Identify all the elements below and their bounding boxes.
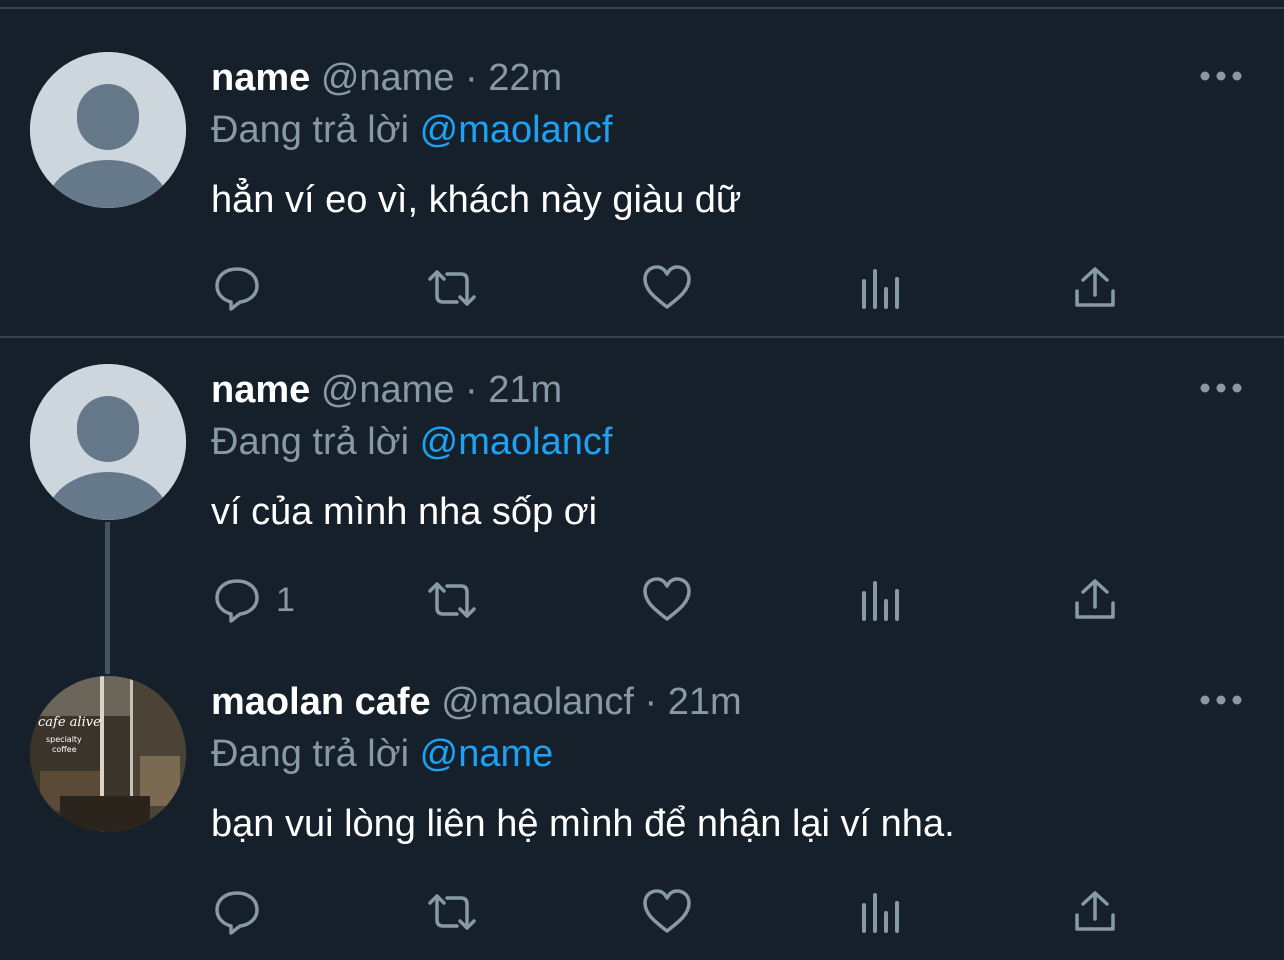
handle[interactable]: @maolancf (441, 681, 634, 723)
divider (0, 7, 1284, 9)
tweet-text: bạn vui lòng liên hệ mình để nhận lại ví… (211, 803, 955, 845)
more-icon[interactable] (1198, 66, 1244, 86)
share-button[interactable] (1072, 884, 1118, 940)
default-avatar-icon (30, 52, 186, 208)
cafe-photo-icon: cafe alive specialty coffee (30, 676, 186, 832)
reply-button[interactable] (212, 260, 262, 316)
replying-to-handle[interactable]: @maolancf (420, 109, 613, 151)
tweet-actions (0, 884, 1284, 944)
stats-icon (862, 581, 899, 621)
retweet-icon (428, 270, 476, 306)
replying-to-label: Đang trả lời (211, 733, 410, 775)
reply-icon (215, 891, 259, 935)
replying-to: Đang trả lời @maolancf (211, 420, 612, 464)
separator: · (465, 57, 478, 99)
replying-to-handle[interactable]: @name (420, 733, 554, 775)
tweet-header: name @name · 22m (211, 56, 562, 100)
avatar-text: specialty (46, 735, 82, 744)
timeline: name @name · 22m Đang trả lời @maolancf … (0, 0, 1284, 960)
replying-to: Đang trả lời @maolancf (211, 108, 612, 152)
retweet-icon (428, 894, 476, 930)
divider (0, 336, 1284, 338)
like-button[interactable] (641, 572, 693, 628)
separator: · (465, 369, 478, 411)
replying-to-handle[interactable]: @maolancf (420, 421, 613, 463)
replying-to-label: Đang trả lời (211, 421, 410, 463)
more-icon[interactable] (1198, 378, 1244, 398)
reply-icon (215, 579, 259, 623)
reply-icon (215, 267, 259, 311)
retweet-button[interactable] (424, 572, 480, 628)
replying-to-label: Đang trả lời (211, 109, 410, 151)
retweet-button[interactable] (424, 260, 480, 316)
like-icon (643, 889, 691, 933)
stats-icon (862, 893, 899, 933)
like-button[interactable] (641, 260, 693, 316)
display-name[interactable]: name (211, 57, 310, 99)
share-icon (1075, 891, 1115, 931)
like-button[interactable] (641, 884, 693, 940)
avatar[interactable] (30, 52, 186, 208)
separator: · (644, 681, 658, 723)
share-button[interactable] (1072, 572, 1118, 628)
reply-button[interactable] (212, 884, 262, 940)
replying-to: Đang trả lời @name (211, 732, 553, 776)
tweet[interactable]: name @name · 22m Đang trả lời @maolancf … (0, 28, 1284, 338)
reply-button[interactable]: 1 (212, 572, 295, 628)
stats-icon (862, 269, 899, 309)
like-icon (643, 265, 691, 309)
avatar-text: coffee (52, 745, 77, 754)
tweet-actions: 1 (0, 572, 1284, 632)
handle[interactable]: @name (321, 369, 455, 411)
timestamp[interactable]: 21m (488, 369, 562, 411)
tweet-actions (0, 260, 1284, 320)
timestamp[interactable]: 21m (668, 681, 742, 723)
tweet-header: name @name · 21m (211, 368, 562, 412)
default-avatar-icon (30, 364, 186, 520)
tweet-header: maolan cafe @maolancf · 21m (211, 680, 742, 724)
handle[interactable]: @name (321, 57, 455, 99)
tweet-text: ví của mình nha sốp ơi (211, 491, 598, 533)
retweet-button[interactable] (424, 884, 480, 940)
tweet-text: hẳn ví eo vì, khách này giàu dữ (211, 179, 742, 221)
tweet[interactable]: cafe alive specialty coffee maolan cafe … (0, 652, 1284, 960)
reply-count: 1 (276, 581, 295, 619)
display-name[interactable]: name (211, 369, 310, 411)
timestamp[interactable]: 22m (488, 57, 562, 99)
share-button[interactable] (1072, 260, 1118, 316)
avatar[interactable]: cafe alive specialty coffee (30, 676, 186, 832)
retweet-icon (428, 582, 476, 618)
like-icon (643, 577, 691, 621)
display-name[interactable]: maolan cafe (211, 681, 431, 723)
share-icon (1075, 579, 1115, 619)
avatar[interactable] (30, 364, 186, 520)
share-icon (1075, 267, 1115, 307)
more-icon[interactable] (1198, 690, 1244, 710)
stats-button[interactable] (858, 260, 904, 316)
avatar-text: cafe alive (38, 715, 101, 730)
stats-button[interactable] (858, 884, 904, 940)
tweet[interactable]: name @name · 21m Đang trả lời @maolancf … (0, 340, 1284, 650)
stats-button[interactable] (858, 572, 904, 628)
